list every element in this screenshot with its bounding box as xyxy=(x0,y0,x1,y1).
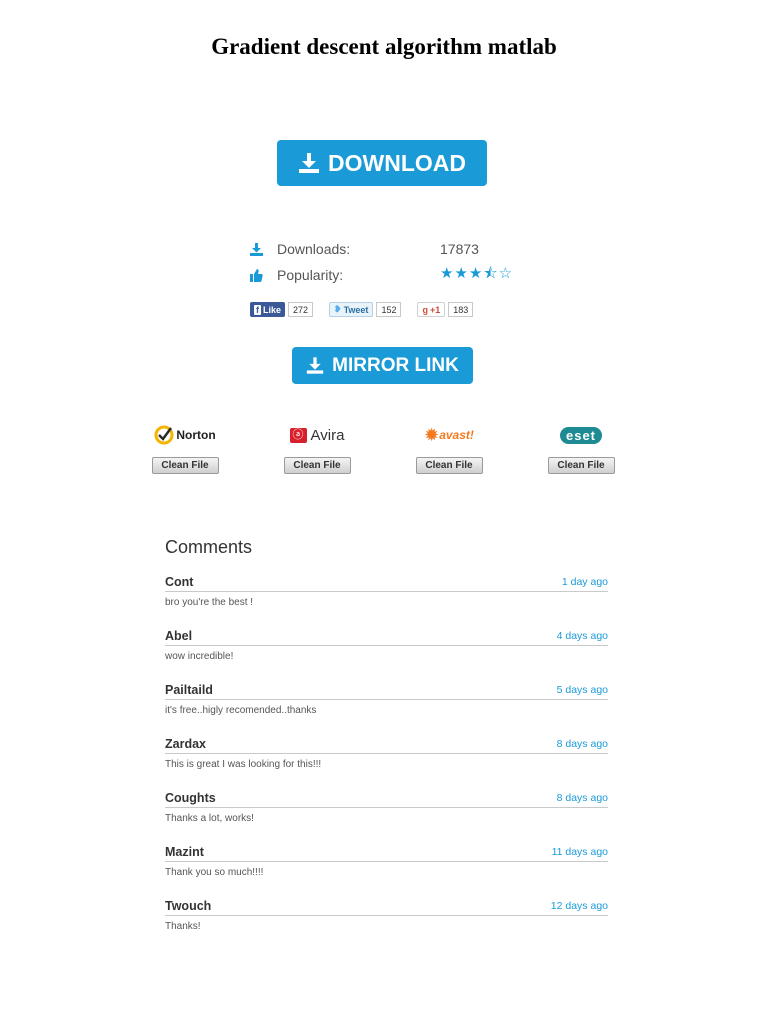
comment-item: Mazint 11 days ago Thank you so much!!!! xyxy=(165,844,608,878)
google-plus-icon: g xyxy=(422,304,428,315)
eset-clean-file-button[interactable]: Clean File xyxy=(547,457,615,474)
comment-date[interactable]: 1 day ago xyxy=(562,576,608,588)
comment-text: bro you're the best ! xyxy=(165,597,254,608)
comment-date[interactable]: 8 days ago xyxy=(557,792,608,804)
popularity-stars: ★★★⯪☆ xyxy=(440,263,513,288)
antivirus-avira: ⓐ Avira Clean File xyxy=(282,424,352,474)
comment-author: Zardax xyxy=(165,737,206,751)
download-icon xyxy=(299,153,319,173)
download-icon xyxy=(250,242,263,256)
downloads-row: Downloads: 17873 xyxy=(250,239,530,259)
norton-check-icon xyxy=(154,425,174,445)
download-button[interactable]: DOWNLOAD xyxy=(277,140,487,186)
comment-item: Cont 1 day ago bro you're the best ! xyxy=(165,574,608,608)
comment-item: Twouch 12 days ago Thanks! xyxy=(165,898,608,932)
comment-item: Zardax 8 days ago This is great I was loo… xyxy=(165,736,608,770)
twitter-tweet[interactable]: ❥ Tweet 152 xyxy=(329,302,402,317)
antivirus-norton: Norton Clean File xyxy=(150,424,220,474)
download-button-label: DOWNLOAD xyxy=(328,149,466,176)
norton-logo: Norton xyxy=(150,424,220,446)
star-full-icon: ★ xyxy=(440,264,455,282)
google-plus-button: g +1 xyxy=(417,302,446,317)
comment-date[interactable]: 11 days ago xyxy=(552,846,608,858)
comments-heading: Comments xyxy=(165,537,253,557)
eset-name: eset xyxy=(559,426,603,444)
downloads-value: 17873 xyxy=(440,241,479,257)
comment-date[interactable]: 12 days ago xyxy=(551,900,608,912)
avira-logo: ⓐ Avira xyxy=(282,424,352,446)
norton-clean-file-button[interactable]: Clean File xyxy=(151,457,219,474)
comment-text: it's free..higly recomended..thanks xyxy=(165,705,317,716)
facebook-like[interactable]: f Like 272 xyxy=(250,302,314,317)
twitter-bird-icon: ❥ xyxy=(334,304,342,314)
star-full-icon: ★ xyxy=(454,264,469,282)
comment-author: Coughts xyxy=(165,791,216,805)
avira-clean-file-button[interactable]: Clean File xyxy=(283,457,351,474)
comment-text: Thank you so much!!!! xyxy=(165,867,264,878)
avast-logo: ✹ avast! xyxy=(414,424,484,446)
google-plus-label: +1 xyxy=(429,304,441,315)
downloads-label: Downloads: xyxy=(277,241,351,257)
antivirus-avast: ✹ avast! Clean File xyxy=(414,424,484,474)
avast-clean-file-button[interactable]: Clean File xyxy=(415,457,483,474)
facebook-like-button: f Like xyxy=(250,302,286,317)
comment-text: wow incredible! xyxy=(165,651,234,662)
twitter-tweet-label: Tweet xyxy=(343,304,369,315)
comment-item: Coughts 8 days ago Thanks a lot, works! xyxy=(165,790,608,824)
avast-name: avast! xyxy=(439,428,474,442)
comment-author: Cont xyxy=(165,575,194,589)
twitter-tweet-button: ❥ Tweet xyxy=(329,302,374,317)
star-empty-icon: ☆ xyxy=(498,264,514,282)
comment-item: Pailtaild 5 days ago it's free..higly rec… xyxy=(165,682,608,716)
social-share-bar: f Like 272 ❥ Tweet 152 g +1 183 xyxy=(250,302,474,317)
google-plus-count: 183 xyxy=(448,302,474,317)
comment-text: Thanks! xyxy=(165,921,201,932)
comment-date[interactable]: 4 days ago xyxy=(557,630,608,642)
comment-date[interactable]: 5 days ago xyxy=(557,684,608,696)
facebook-like-count: 272 xyxy=(288,302,314,317)
facebook-icon: f xyxy=(254,304,261,315)
mirror-link-button[interactable]: MIRROR LINK xyxy=(292,347,473,384)
page-title: Gradient descent algorithm matlab xyxy=(211,34,557,59)
comment-author: Abel xyxy=(165,629,193,643)
comment-author: Pailtaild xyxy=(165,683,213,697)
comment-item: Abel 4 days ago wow incredible! xyxy=(165,628,608,662)
twitter-tweet-count: 152 xyxy=(376,302,402,317)
mirror-link-label: MIRROR LINK xyxy=(332,354,459,376)
avira-name: Avira xyxy=(310,426,345,444)
comment-text: This is great I was looking for this!!! xyxy=(165,759,322,770)
star-full-icon: ★ xyxy=(468,264,484,282)
comment-date[interactable]: 8 days ago xyxy=(557,738,608,750)
norton-name: Norton xyxy=(176,428,216,442)
popularity-label: Popularity: xyxy=(277,267,344,283)
antivirus-eset: eset Clean File xyxy=(546,424,616,474)
google-plus-one[interactable]: g +1 183 xyxy=(417,302,474,317)
comment-text: Thanks a lot, works! xyxy=(165,813,254,824)
comment-author: Mazint xyxy=(165,845,204,859)
avira-umbrella-icon: ⓐ xyxy=(289,427,307,443)
download-icon xyxy=(306,357,324,374)
thumbs-up-icon xyxy=(250,268,263,282)
avast-star-icon: ✹ xyxy=(424,424,440,445)
facebook-like-label: Like xyxy=(263,304,282,315)
comment-author: Twouch xyxy=(165,899,212,913)
eset-logo: eset xyxy=(546,424,616,446)
star-half-icon: ⯪ xyxy=(483,264,499,282)
popularity-row: Popularity: ★★★⯪☆ xyxy=(250,265,530,285)
